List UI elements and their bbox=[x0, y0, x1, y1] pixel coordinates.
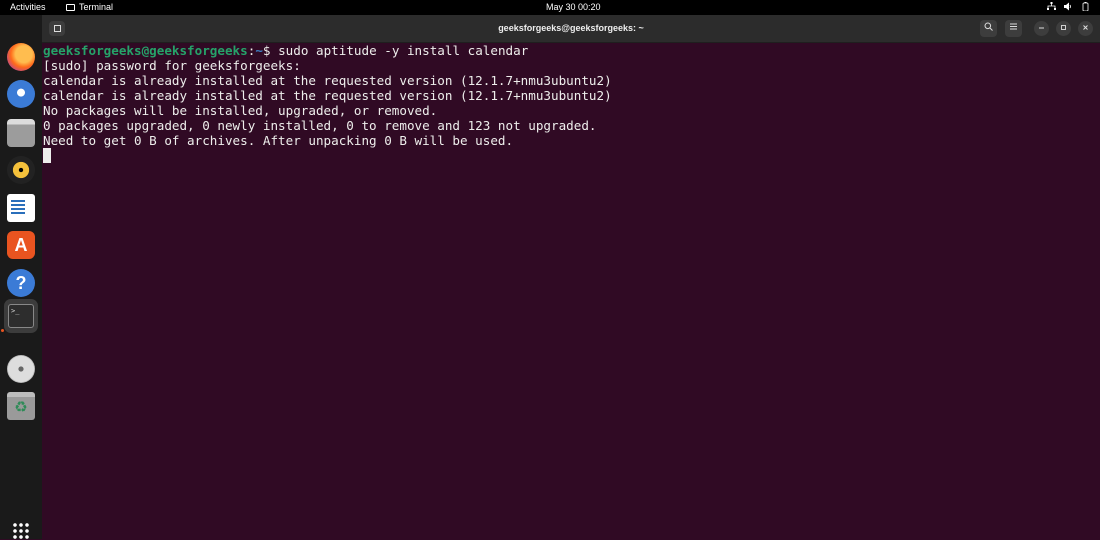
terminal-cursor bbox=[43, 148, 51, 163]
firefox-icon[interactable] bbox=[7, 43, 35, 71]
search-icon bbox=[984, 22, 993, 31]
terminal-small-icon bbox=[66, 3, 75, 11]
libreoffice-writer-icon[interactable] bbox=[7, 194, 35, 222]
maximize-button[interactable] bbox=[1056, 21, 1071, 36]
volume-icon[interactable] bbox=[1064, 2, 1073, 11]
terminal-window: geeksforgeeks@geeksforgeeks: ~ geeksforg… bbox=[42, 15, 1100, 539]
thunderbird-icon[interactable] bbox=[7, 80, 35, 108]
command-line: geeksforgeeks@geeksforgeeks:~$ sudo apti… bbox=[43, 43, 612, 58]
terminal-output[interactable]: geeksforgeeks@geeksforgeeks:~$ sudo apti… bbox=[43, 43, 612, 163]
window-title: geeksforgeeks@geeksforgeeks: ~ bbox=[498, 23, 644, 33]
dvd-icon[interactable] bbox=[7, 355, 35, 383]
terminal-icon[interactable]: >_ bbox=[4, 299, 38, 333]
output-line: Need to get 0 B of archives. After unpac… bbox=[43, 133, 514, 148]
system-tray[interactable] bbox=[1047, 2, 1090, 12]
output-line: 0 packages upgraded, 0 newly installed, … bbox=[43, 118, 597, 133]
activities-button[interactable]: Activities bbox=[10, 2, 46, 12]
close-icon bbox=[1083, 25, 1088, 30]
header-bar: geeksforgeeks@geeksforgeeks: ~ bbox=[42, 15, 1100, 43]
output-line: calendar is already installed at the req… bbox=[43, 73, 612, 88]
top-bar: Activities Terminal May 30 00:20 bbox=[0, 0, 1100, 15]
files-icon[interactable] bbox=[7, 119, 35, 147]
output-line: calendar is already installed at the req… bbox=[43, 88, 612, 103]
search-button[interactable] bbox=[980, 20, 997, 37]
help-icon[interactable]: ? bbox=[7, 269, 35, 297]
output-line: No packages will be installed, upgraded,… bbox=[43, 103, 438, 118]
minimize-icon bbox=[1039, 27, 1044, 29]
dock: A ? >_ ♻ bbox=[0, 15, 42, 540]
close-button[interactable] bbox=[1078, 21, 1093, 36]
minimize-button[interactable] bbox=[1034, 21, 1049, 36]
clock[interactable]: May 30 00:20 bbox=[546, 2, 601, 12]
rhythmbox-icon[interactable] bbox=[7, 156, 35, 184]
battery-icon[interactable] bbox=[1081, 2, 1090, 12]
running-indicator bbox=[1, 329, 4, 332]
terminal-glyph: >_ bbox=[8, 304, 34, 328]
app-menu-label: Terminal bbox=[79, 2, 114, 12]
prompt-symbol: $ bbox=[262, 43, 271, 58]
trash-icon[interactable]: ♻ bbox=[7, 392, 35, 420]
cursor-line bbox=[43, 148, 612, 163]
prompt-user: geeksforgeeks@geeksforgeeks bbox=[43, 43, 248, 58]
ubuntu-software-icon[interactable]: A bbox=[7, 231, 35, 259]
network-icon[interactable] bbox=[1047, 2, 1056, 11]
show-apps-icon[interactable] bbox=[12, 522, 30, 540]
menu-button[interactable] bbox=[1005, 20, 1022, 37]
command-text: sudo aptitude -y install calendar bbox=[270, 43, 529, 58]
prompt-path: ~ bbox=[255, 43, 263, 58]
app-menu[interactable]: Terminal bbox=[66, 2, 113, 12]
output-line: [sudo] password for geeksforgeeks: bbox=[43, 58, 301, 73]
restore-icon bbox=[1061, 25, 1066, 30]
hamburger-icon bbox=[1010, 23, 1017, 30]
